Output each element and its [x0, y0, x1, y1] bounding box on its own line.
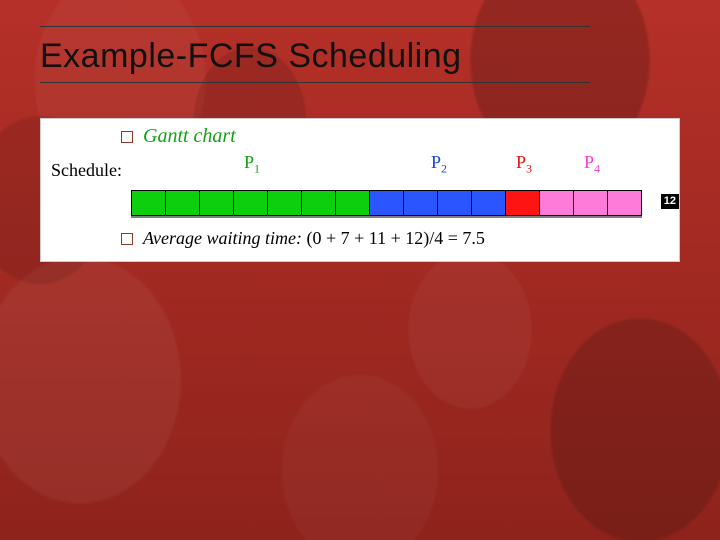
avg-waiting-text: Average waiting time: (0 + 7 + 11 + 12)/…	[143, 228, 485, 249]
gantt-unit	[336, 191, 370, 215]
bullet-row-gantt: Gantt chart	[41, 123, 679, 150]
tick-12-label: 12	[661, 194, 679, 209]
gantt-unit	[166, 191, 200, 215]
gantt-unit	[506, 191, 540, 215]
avg-prefix: Average waiting time:	[143, 228, 302, 248]
bullet-row-avg: Average waiting time: (0 + 7 + 11 + 12)/…	[41, 222, 679, 251]
gantt-unit	[540, 191, 574, 215]
gantt-unit	[472, 191, 506, 215]
content-panel: Gantt chart Schedule: P1 P2 P3 P4 12 Ave…	[40, 118, 680, 262]
gantt-unit	[302, 191, 336, 215]
gantt-unit	[268, 191, 302, 215]
gantt-unit	[132, 191, 166, 215]
schedule-label: Schedule:	[51, 160, 122, 181]
gantt-bars	[131, 190, 642, 216]
avg-expression: (0 + 7 + 11 + 12)/4	[306, 228, 443, 248]
process-p3-label: P3	[516, 152, 532, 177]
process-p4-label: P4	[584, 152, 600, 177]
schedule-row: Schedule: P1 P2 P3 P4	[41, 150, 679, 186]
gantt-unit	[404, 191, 438, 215]
page-title: Example-FCFS Scheduling	[40, 37, 590, 76]
square-bullet-icon	[121, 233, 133, 245]
gantt-unit	[438, 191, 472, 215]
title-box: Example-FCFS Scheduling	[40, 26, 590, 83]
gantt-unit	[234, 191, 268, 215]
square-bullet-icon	[121, 131, 133, 143]
slide: Example-FCFS Scheduling Gantt chart Sche…	[0, 0, 720, 540]
gantt-chart-label: Gantt chart	[143, 125, 236, 148]
gantt-unit	[370, 191, 404, 215]
gantt-unit	[200, 191, 234, 215]
gantt-unit	[608, 191, 642, 215]
process-p1-label: P1	[244, 152, 260, 177]
avg-result: = 7.5	[448, 228, 485, 248]
gantt-unit	[574, 191, 608, 215]
process-p2-label: P2	[431, 152, 447, 177]
gantt-chart: 12	[131, 190, 669, 218]
